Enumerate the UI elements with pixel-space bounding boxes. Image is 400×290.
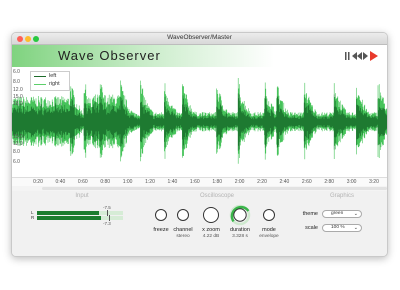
legend-line-left xyxy=(34,76,46,77)
scale-label: scale xyxy=(305,225,318,231)
title-bar: WaveObserver/Master xyxy=(12,33,387,45)
x-zoom-value: 4.22 dB xyxy=(202,234,220,239)
theme-select[interactable]: green ⌄ xyxy=(322,210,362,218)
pause-icon[interactable] xyxy=(345,52,350,60)
scale-select[interactable]: 100 % ⌄ xyxy=(322,224,362,232)
chevron-down-icon: ⌄ xyxy=(353,225,358,231)
level-tick-label: 6.0 xyxy=(13,159,20,165)
time-tick-label: 2:20 xyxy=(257,179,267,185)
meter-bottom-value: -7.3 xyxy=(103,221,111,226)
time-tick-label: 2:00 xyxy=(234,179,245,185)
input-meter: L R -7.5 -7.3 xyxy=(27,205,127,226)
level-tick-label: 18.0 xyxy=(13,101,23,107)
time-tick-label: 0:60 xyxy=(77,179,88,185)
channel-knob[interactable] xyxy=(177,209,189,221)
meter-fill-right xyxy=(37,216,101,220)
chevron-down-icon: ⌄ xyxy=(353,211,358,217)
meter-fill-left xyxy=(37,211,99,215)
oscilloscope-section-title: Oscilloscope xyxy=(199,193,234,199)
level-tick-label: 15.0 xyxy=(13,134,23,140)
mode-label: mode xyxy=(262,227,276,233)
mode-value: envelope xyxy=(259,234,279,239)
level-tick-label: 8.0 xyxy=(13,149,20,155)
fast-forward-icon[interactable] xyxy=(363,52,368,60)
freeze-knob[interactable] xyxy=(155,209,167,221)
theme-label: theme xyxy=(302,211,318,217)
level-tick-label: 6.0 xyxy=(13,69,20,75)
level-tick-label: 15.0 xyxy=(13,94,23,100)
time-tick-label: 2:80 xyxy=(324,179,335,185)
app-header: Wave Observer xyxy=(12,45,387,67)
level-tick-label: 12.0 xyxy=(13,87,23,93)
horizontal-scrollbar[interactable] xyxy=(42,187,387,190)
time-tick-label: 0:20 xyxy=(33,179,43,185)
legend-right-label: right xyxy=(49,81,60,87)
meter-top-value: -7.5 xyxy=(103,205,111,210)
time-tick-label: 1:20 xyxy=(145,179,155,185)
legend-left-label: left xyxy=(49,73,57,79)
meter-track-left xyxy=(37,210,123,216)
duration-label: duration xyxy=(230,227,250,233)
duration-value: 3.328 s xyxy=(232,234,248,239)
graphics-section-title: Graphics xyxy=(329,193,354,199)
x-zoom-knob[interactable] xyxy=(203,207,219,223)
channel-label: channel xyxy=(173,227,193,233)
meter-channel-r: R xyxy=(31,215,35,220)
time-tick-label: 3:20 xyxy=(369,179,379,185)
channel-value: stereo xyxy=(176,234,190,239)
rewind-icon[interactable] xyxy=(352,52,362,60)
level-tick-label: 12.0 xyxy=(13,141,23,147)
level-tick-label: 8.0 xyxy=(13,79,20,85)
play-icon[interactable] xyxy=(370,51,378,61)
peak-marker-left xyxy=(107,210,108,216)
x-zoom-label: x zoom xyxy=(202,227,220,233)
duration-knob[interactable] xyxy=(229,204,251,226)
input-section-title: Input xyxy=(75,193,89,199)
time-tick-label: 3:00 xyxy=(346,179,357,185)
control-panel: Input L R -7.5 -7.3 Oscilloscope freeze … xyxy=(12,191,387,256)
mode-knob[interactable] xyxy=(263,209,275,221)
app-window: WaveObserver/Master Wave Observer 6.0 8.0… xyxy=(11,32,388,257)
window-title: WaveObserver/Master xyxy=(167,34,232,41)
scale-value: 100 % xyxy=(331,225,345,230)
time-tick-label: 1:40 xyxy=(167,179,178,185)
time-tick-label: 1:60 xyxy=(189,179,200,185)
time-tick-label: 2:40 xyxy=(279,179,290,185)
transport-controls xyxy=(345,51,378,61)
legend-line-right xyxy=(34,84,46,85)
time-tick-label: 1:00 xyxy=(122,179,133,185)
meter-track-right xyxy=(37,215,123,221)
time-tick-label: 1:80 xyxy=(212,179,223,185)
time-tick-label: 0:80 xyxy=(100,179,111,185)
legend: left right xyxy=(30,71,70,91)
time-tick-label: 2:60 xyxy=(301,179,312,185)
time-tick-label: 0:40 xyxy=(55,179,66,185)
time-ruler: 0:20 0:40 0:60 0:80 1:00 1:20 1:40 1:60 1:80 2:00… xyxy=(12,177,387,186)
app-title: Wave Observer xyxy=(58,48,161,63)
waveform-display[interactable]: 6.0 8.0 12.0 15.0 18.0 15.0 12.0 8.0 6.0 left ri… xyxy=(12,67,387,177)
theme-value: green xyxy=(331,211,344,216)
peak-marker-right xyxy=(109,215,110,221)
